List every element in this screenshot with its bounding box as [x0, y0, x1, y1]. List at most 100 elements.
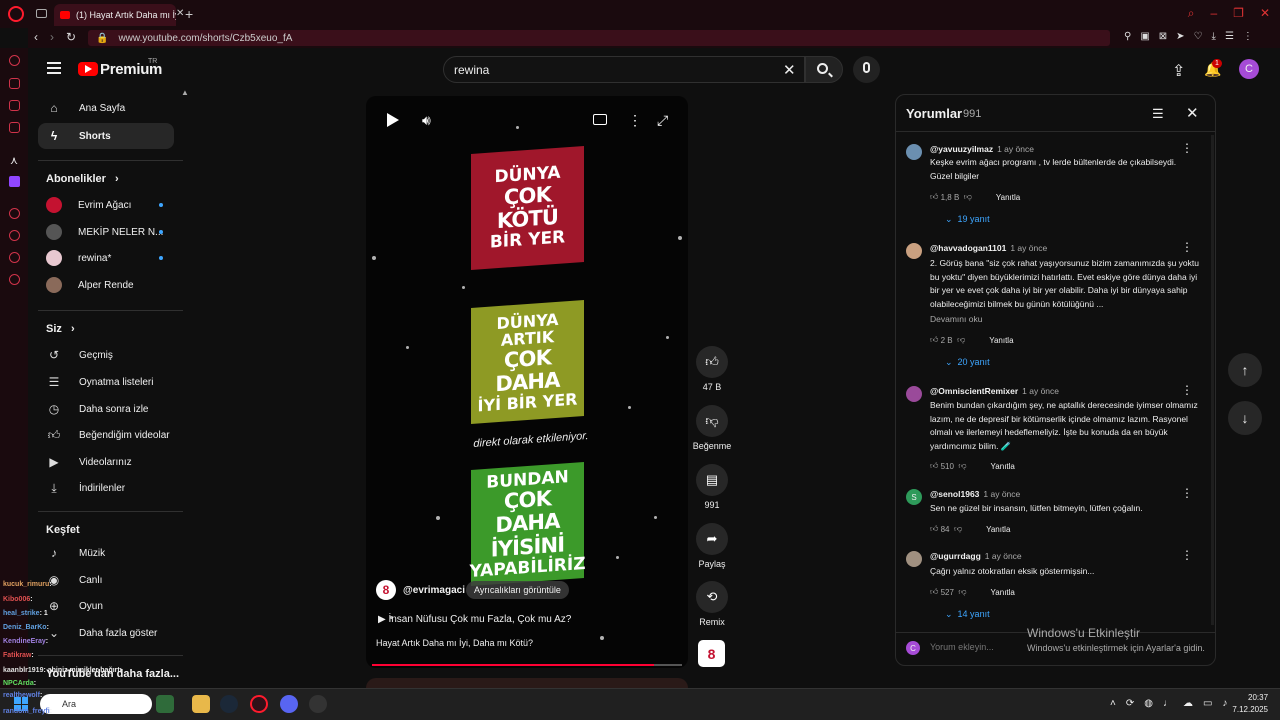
cloud-icon[interactable]: ☁ — [1183, 698, 1193, 709]
settings-icon[interactable] — [9, 274, 20, 285]
sidebar-sub-alper-rende[interactable]: Alper Rende — [38, 272, 174, 298]
discord-icon[interactable] — [280, 695, 298, 713]
messenger-icon[interactable] — [9, 100, 20, 111]
player-icon[interactable] — [9, 208, 20, 219]
thumbs-up-icon[interactable]: 👍︎ — [930, 335, 938, 345]
thumbs-up-icon[interactable]: 👍︎ — [930, 461, 938, 471]
reply-button[interactable]: Yanıtla — [986, 525, 1010, 534]
reload-icon[interactable]: ↻ — [66, 30, 76, 44]
reply-button[interactable]: Yanıtla — [991, 462, 1015, 471]
sidebar-item-your-videos[interactable]: ▶ Videolarınız — [38, 449, 174, 475]
thumbs-down-icon[interactable]: 👎︎ — [964, 192, 972, 202]
comment-author[interactable]: @havvadogan1101 1 ay önce — [930, 243, 1047, 253]
clock-date[interactable]: 7.12.2025 — [1232, 705, 1268, 714]
play-icon[interactable] — [387, 113, 399, 127]
shield-icon[interactable]: ⊠ — [1159, 31, 1167, 42]
comment-author[interactable]: @OmniscientRemixer 1 ay önce — [930, 386, 1059, 396]
chevron-up-icon[interactable]: ˄ — [1110, 698, 1116, 709]
sidebar-show-more[interactable]: ⌄ Daha fazla göster — [38, 620, 174, 646]
create-upload-icon[interactable]: ⇪ — [1172, 61, 1185, 81]
comment-author[interactable]: @ugurrdagg 1 ay önce — [930, 551, 1022, 561]
tree-widget-icon[interactable] — [156, 695, 174, 713]
sidebar-item-gaming[interactable]: ⊕ Oyun — [38, 593, 174, 619]
reply-button[interactable]: Yanıtla — [996, 193, 1020, 202]
comment-avatar[interactable] — [906, 551, 922, 567]
related-video-link[interactable]: ▶ İnsan Nüfusu Çok mu Fazla, Çok mu Az? — [378, 614, 571, 625]
comment-avatar[interactable]: S — [906, 489, 922, 505]
browser-search-icon[interactable]: ⌕ — [1188, 6, 1195, 21]
taskbar-search[interactable]: Ara — [40, 694, 152, 714]
mic-tray-icon[interactable]: ♩ — [1163, 698, 1173, 709]
url-field[interactable]: 🔒 www.youtube.com/shorts/Czb5xeuo_fA — [88, 30, 1110, 46]
steam-icon[interactable] — [220, 695, 238, 713]
browser-tab-active[interactable]: (1) Hayat Artık Daha mı İyi — [54, 4, 176, 26]
volume-icon[interactable]: 🔊︎ — [422, 112, 431, 129]
history-sidebar-icon[interactable] — [9, 230, 20, 241]
comment-more-icon[interactable]: ⋮ — [1181, 486, 1193, 500]
voice-search-button[interactable] — [853, 56, 880, 83]
view-replies-button[interactable]: ⌄ 19 yanıt — [945, 214, 990, 225]
video-progress-bar[interactable] — [372, 664, 682, 666]
download-icon[interactable]: ⤓ — [1212, 31, 1216, 42]
dislike-button[interactable]: 👎︎ — [696, 405, 728, 437]
next-video-peek[interactable] — [366, 678, 688, 688]
minimize-button[interactable]: – — [1210, 6, 1217, 21]
sidebar-scroll-up-icon[interactable]: ▲ — [181, 88, 189, 97]
thumbs-up-icon[interactable]: 👍︎ — [930, 587, 938, 597]
sidebar-item-history[interactable]: ↺ Geçmiş — [38, 342, 174, 368]
tab-close-icon[interactable]: ✕ — [176, 8, 184, 19]
comment-author[interactable]: @yavuuzyilmaz 1 ay önce — [930, 144, 1034, 154]
thumbs-down-icon[interactable]: 👎︎ — [958, 461, 966, 471]
comment-more-icon[interactable]: ⋮ — [1181, 548, 1193, 562]
remix-button[interactable]: ⟲ — [696, 581, 728, 613]
comment-more-icon[interactable]: ⋮ — [1181, 141, 1193, 155]
channel-name[interactable]: @evrimagaci — [403, 585, 465, 596]
share-button[interactable]: ➦ — [696, 523, 728, 555]
sidebar-item-home[interactable]: ⌂ Ana Sayfa — [38, 95, 174, 121]
sidebar-item-playlists[interactable]: ☰ Oynatma listeleri — [38, 369, 174, 395]
snapshot-icon[interactable]: ▣ — [1140, 31, 1149, 42]
pin-icon[interactable]: ⚲ — [1124, 31, 1131, 42]
discord-tray-icon[interactable]: ◍ — [1144, 698, 1153, 709]
network-icon[interactable]: ▭ — [1203, 698, 1212, 709]
tabs-icon[interactable] — [36, 9, 47, 18]
fullscreen-icon[interactable]: ⤢ — [657, 112, 668, 129]
comment-avatar[interactable] — [906, 243, 922, 259]
opera-logo-icon[interactable] — [8, 6, 24, 22]
previous-short-button[interactable]: ↑ — [1228, 353, 1262, 387]
sidebar-item-music[interactable]: ♪ Müzik — [38, 540, 174, 566]
hamburger-menu-icon[interactable] — [47, 62, 61, 74]
maximize-button[interactable]: ❐ — [1233, 6, 1244, 21]
you-heading[interactable]: Siz › — [46, 323, 75, 335]
captions-icon[interactable] — [593, 114, 607, 125]
forward-icon[interactable]: › — [50, 30, 54, 44]
youtube-logo-icon[interactable] — [78, 62, 98, 76]
easy-setup-icon[interactable]: ☰ — [1225, 31, 1234, 42]
search-input[interactable]: rewina — [443, 56, 805, 83]
reply-button[interactable]: Yanıtla — [991, 588, 1015, 597]
sidebar-item-downloads[interactable]: ⤓ İndirilenler — [38, 475, 174, 501]
search-button[interactable] — [805, 56, 843, 83]
comment-avatar[interactable] — [906, 144, 922, 160]
view-perks-button[interactable]: Ayrıcalıkları görüntüle — [466, 581, 569, 599]
comment-avatar[interactable] — [906, 386, 922, 402]
twitch-icon[interactable] — [9, 176, 20, 187]
close-window-button[interactable]: ✕ — [1260, 6, 1270, 21]
opera-taskbar-icon[interactable] — [250, 695, 268, 713]
volume-tray-icon[interactable]: ♪ — [1222, 698, 1227, 709]
sidebar-item-liked[interactable]: 👍︎ Beğendiğim videolar — [38, 422, 174, 448]
comment-more-icon[interactable]: ⋮ — [1181, 383, 1193, 397]
clock-time[interactable]: 20:37 — [1248, 693, 1268, 702]
heart-icon[interactable]: ♡ — [1194, 31, 1203, 42]
extensions-icon[interactable] — [9, 252, 20, 263]
thumbs-up-icon[interactable]: 👍︎ — [930, 192, 938, 202]
file-explorer-icon[interactable] — [192, 695, 210, 713]
comments-scrollbar[interactable] — [1211, 135, 1214, 625]
close-comments-icon[interactable]: ✕ — [1186, 104, 1199, 122]
ai-icon[interactable] — [9, 55, 20, 66]
view-replies-button[interactable]: ⌄ 20 yanıt — [945, 357, 990, 368]
sidebar-item-live[interactable]: ◉ Canlı — [38, 567, 174, 593]
comments-button[interactable]: ▤ — [696, 464, 728, 496]
subscriptions-heading[interactable]: Abonelikler › — [46, 173, 119, 185]
view-replies-button[interactable]: ⌄ 14 yanıt — [945, 609, 990, 620]
